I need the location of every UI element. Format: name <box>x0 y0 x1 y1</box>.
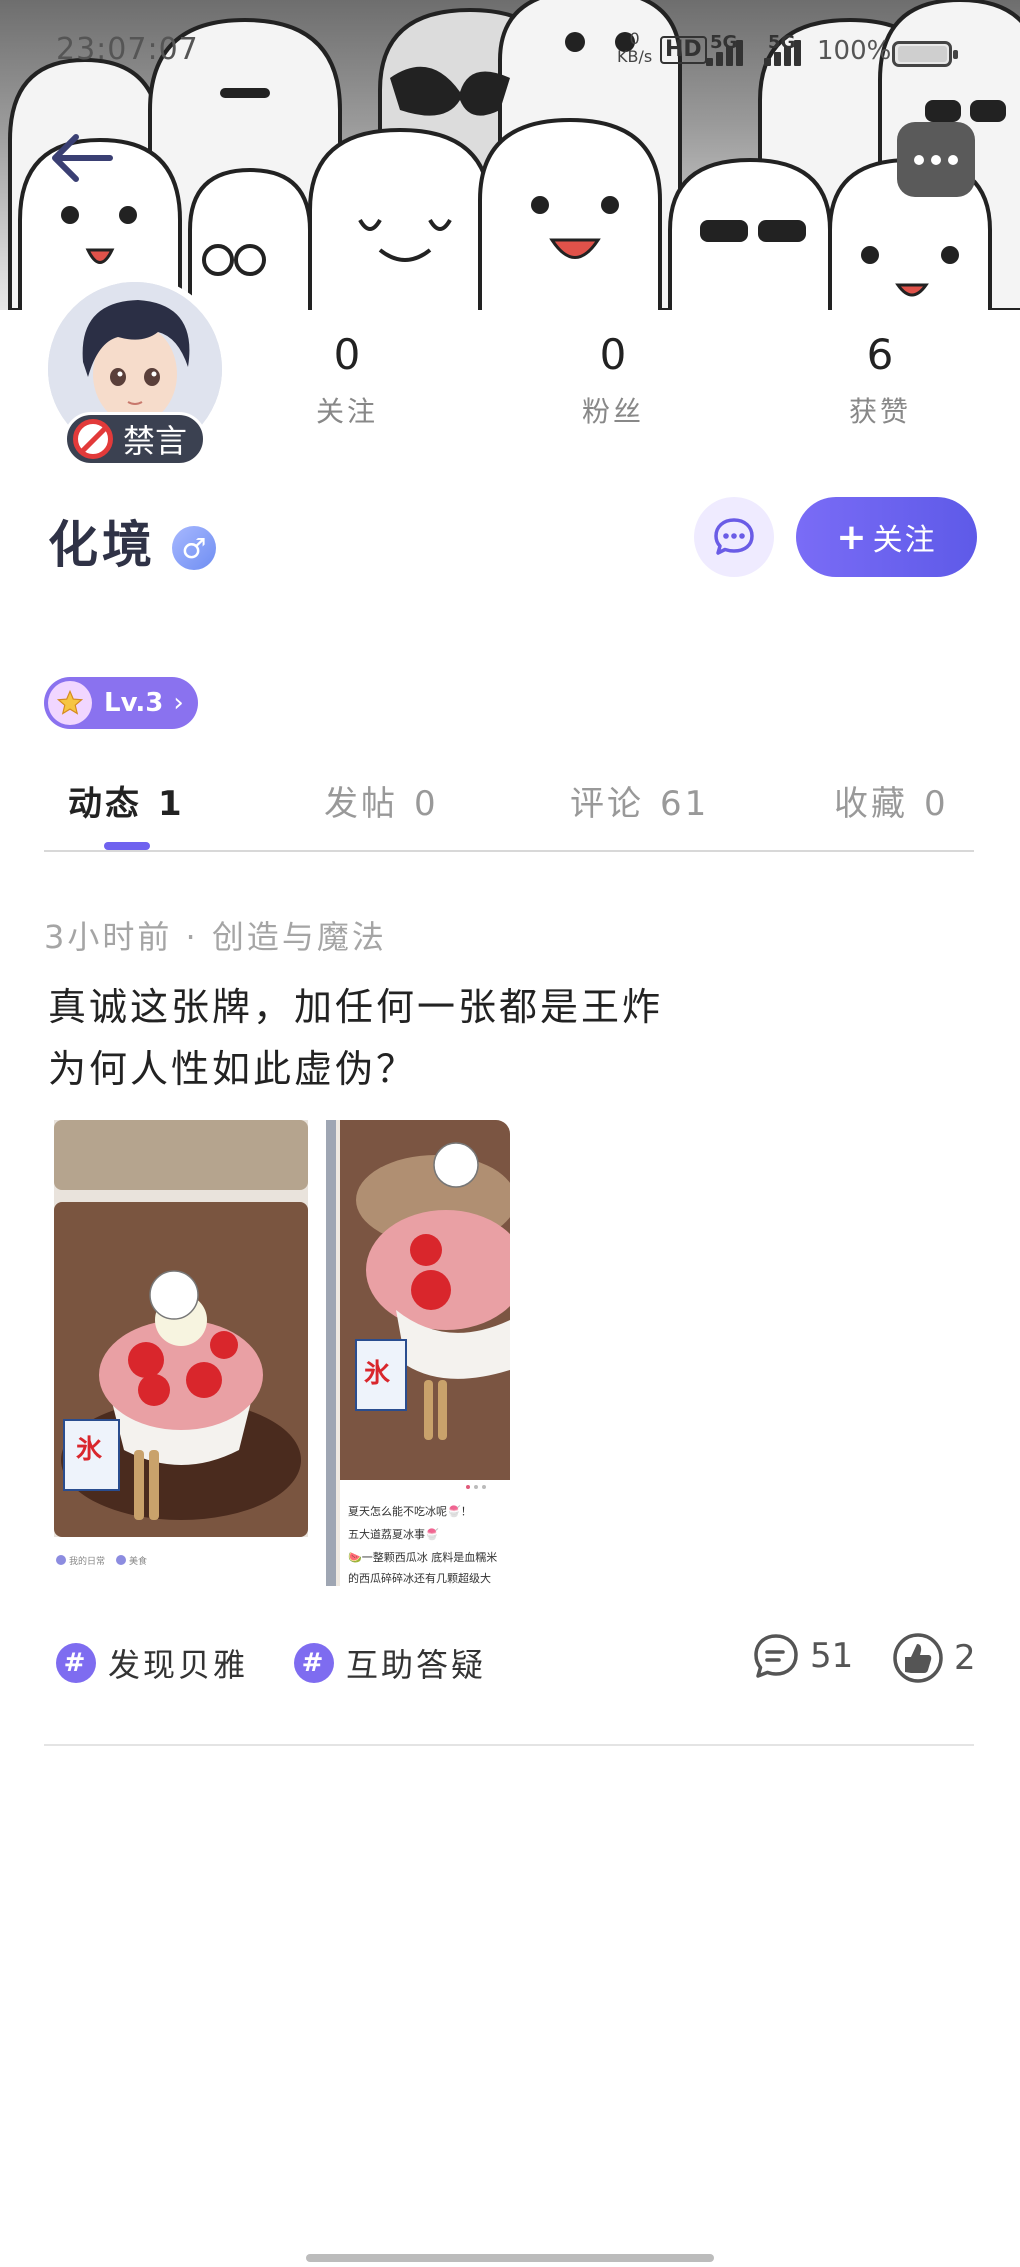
stat-likes-count: 6 <box>866 330 894 379</box>
level-label: Lv.3 <box>104 688 164 718</box>
tab-favorites[interactable]: 收藏 0 <box>834 776 949 825</box>
stat-following-label: 关注 <box>315 395 378 428</box>
status-bar: 23:07:07 0 KB/s HD 5G 5G 100% <box>0 0 1020 100</box>
hd-icon: HD <box>660 36 707 64</box>
level-star-icon <box>48 681 92 725</box>
ice-sign-label: 氷 <box>76 1435 103 1465</box>
male-gender-icon: ♂ <box>172 526 216 570</box>
image-caption-line: 的西瓜碎碎冰还有几颗超级大 <box>348 1571 491 1585</box>
mute-badge: 禁言 <box>64 412 206 466</box>
stat-following[interactable]: 0 关注 <box>257 330 437 430</box>
stat-followers-count: 0 <box>599 330 627 379</box>
status-time: 23:07:07 <box>56 32 199 67</box>
network-speed: 0 KB/s <box>617 29 653 66</box>
topic-tag-label: 发现贝雅 <box>108 1646 249 1684</box>
hashtag-icon: # <box>294 1643 335 1683</box>
follow-button[interactable]: + 关注 <box>796 497 977 577</box>
thumbs-up-icon <box>893 1633 943 1683</box>
star-icon <box>56 689 84 715</box>
stat-following-count: 0 <box>333 330 361 379</box>
more-dot-icon <box>914 154 924 165</box>
back-button[interactable] <box>46 122 118 194</box>
prohibited-icon <box>73 419 113 459</box>
tab-posts[interactable]: 发帖 0 <box>324 776 439 825</box>
tab-activity[interactable]: 动态 1 <box>68 776 185 825</box>
ice-sign-label: 氷 <box>364 1359 391 1389</box>
profile-banner: 23:07:07 0 KB/s HD 5G 5G 100% <box>0 0 1020 310</box>
post-body[interactable]: 真诚这张牌，加任何一张都是王炸 为何人性如此虚伪？ <box>48 976 748 1100</box>
back-arrow-icon <box>52 134 113 182</box>
topic-tag-label: 互助答疑 <box>346 1646 487 1684</box>
stat-followers[interactable]: 0 粉丝 <box>523 330 703 430</box>
comment-icon <box>754 1634 798 1678</box>
battery-percent: 100% <box>817 36 892 66</box>
image-tag-label: 我的日常 <box>69 1555 105 1567</box>
shaved-ice-photo: 氷 我的日常 美食 <box>54 1120 308 1586</box>
post-tags: # 发现贝雅 # 互助答疑 <box>56 1640 486 1686</box>
post-image-right: 氷 夏天怎么能不吃冰呢🍧！ 五大道荔夏冰事🍧 🍉一整颗西瓜冰 底料是血糯米 的西… <box>326 1120 510 1586</box>
tab-comments[interactable]: 评论 61 <box>570 776 709 825</box>
image-caption-line: 🍉一整颗西瓜冰 底料是血糯米 <box>348 1550 497 1564</box>
topic-tag[interactable]: # 互助答疑 <box>294 1640 486 1686</box>
more-dot-icon <box>931 154 941 165</box>
image-tag-label: 美食 <box>129 1555 147 1567</box>
message-button[interactable] <box>694 497 774 577</box>
chat-bubble-icon <box>714 518 754 555</box>
post-divider <box>44 1744 974 1746</box>
stat-likes-label: 获赞 <box>848 395 911 428</box>
comment-button[interactable]: 51 <box>752 1632 853 1680</box>
mute-badge-label: 禁言 <box>123 422 188 460</box>
like-button[interactable]: 2 <box>892 1632 976 1684</box>
tab-active-indicator <box>104 842 150 850</box>
post-image-left: 氷 我的日常 美食 <box>54 1120 308 1586</box>
topic-tag[interactable]: # 发现贝雅 <box>56 1640 248 1686</box>
hashtag-icon: # <box>56 1643 96 1683</box>
level-badge[interactable]: Lv.3 › <box>44 677 198 729</box>
post-meta: 3小时前 · 创造与魔法 <box>44 918 387 956</box>
image-caption-line: 五大道荔夏冰事🍧 <box>348 1527 439 1541</box>
post-image[interactable]: 氷 我的日常 美食 氷 夏天怎么能不吃冰呢🍧！ 五大道荔夏冰事🍧 🍉一整颗西瓜冰 <box>54 1120 510 1586</box>
stat-likes[interactable]: 6 获赞 <box>790 330 970 430</box>
image-caption-line: 夏天怎么能不吃冰呢🍧！ <box>348 1504 472 1518</box>
more-options-button[interactable] <box>897 122 975 197</box>
more-dot-icon <box>948 154 958 165</box>
chevron-right-icon: › <box>173 688 184 718</box>
follow-button-label: 关注 <box>872 523 937 558</box>
user-name: 化境 <box>48 516 156 574</box>
shaved-ice-photo: 氷 夏天怎么能不吃冰呢🍧！ 五大道荔夏冰事🍧 🍉一整颗西瓜冰 底料是血糯米 的西… <box>326 1120 510 1586</box>
battery-icon <box>892 41 958 67</box>
stat-followers-label: 粉丝 <box>581 395 644 428</box>
comment-count: 51 <box>810 1636 854 1676</box>
plus-icon: + <box>836 516 869 558</box>
like-count: 2 <box>954 1638 976 1678</box>
profile-tabs: 动态 1 发帖 0 评论 61 收藏 0 <box>44 770 974 852</box>
home-indicator[interactable] <box>306 2254 714 2262</box>
